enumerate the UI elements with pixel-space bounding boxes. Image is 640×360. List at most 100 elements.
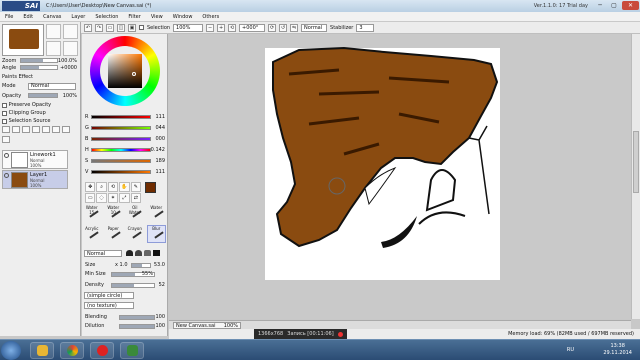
green-slider-row[interactable]: G 044: [85, 125, 167, 131]
green-slider[interactable]: [91, 126, 151, 130]
brush-oil-water[interactable]: Oil Water: [125, 204, 145, 222]
blue-slider[interactable]: [91, 137, 151, 141]
layer-mask-icon[interactable]: [2, 136, 10, 143]
visibility-eye-icon[interactable]: [4, 153, 9, 158]
magic-wand-icon[interactable]: ✶: [107, 193, 119, 203]
brush-texture-select[interactable]: (no texture): [84, 302, 134, 309]
layer-item-linework1[interactable]: Linework1 Normal 100%: [2, 150, 68, 169]
drawing-canvas[interactable]: [169, 34, 631, 319]
stabilizer-select[interactable]: 3: [356, 23, 375, 32]
edge-square-icon[interactable]: [153, 250, 160, 256]
system-clock[interactable]: 13:38 29.11.2014: [603, 343, 632, 357]
opacity-slider[interactable]: [28, 93, 58, 98]
new-linework-layer-icon[interactable]: [12, 126, 20, 133]
value-slider[interactable]: [91, 170, 151, 174]
blending-slider[interactable]: [119, 315, 155, 320]
preserve-opacity-checkbox[interactable]: [2, 102, 7, 108]
density-slider[interactable]: [111, 283, 155, 288]
brush-water-15[interactable]: Water 15: [82, 204, 102, 222]
selection-checkbox[interactable]: [139, 25, 144, 30]
value-slider-row[interactable]: V 111: [85, 169, 167, 175]
color-wheel[interactable]: [90, 36, 160, 106]
nav-rotate-left-icon[interactable]: [46, 41, 61, 56]
clipping-group-row[interactable]: Clipping Group: [2, 110, 79, 116]
menu-window[interactable]: Window: [168, 14, 198, 20]
angle-slider[interactable]: [20, 65, 58, 70]
menu-filter[interactable]: Filter: [123, 14, 145, 20]
red-slider[interactable]: [91, 115, 151, 119]
close-button[interactable]: ✕: [622, 1, 639, 10]
taskbar-chrome[interactable]: [60, 342, 84, 359]
brush-acrylic[interactable]: Acrylic: [82, 225, 102, 243]
hue-slider-row[interactable]: H 0.142: [85, 147, 167, 153]
blend-mode-select[interactable]: Normal: [301, 23, 328, 32]
taskbar-recorder[interactable]: [90, 342, 114, 359]
invert-selection-icon[interactable]: ◫: [117, 23, 125, 32]
redo-icon[interactable]: ↷: [95, 23, 103, 32]
new-folder-icon[interactable]: [22, 126, 30, 133]
brush-blur[interactable]: Blur: [146, 225, 166, 243]
flip-icon[interactable]: ⇋: [290, 23, 299, 32]
taskbar-explorer[interactable]: [30, 342, 54, 359]
zoom-tool-icon[interactable]: ⌕: [96, 182, 107, 192]
canvas-viewport[interactable]: [169, 34, 631, 319]
zoom-out-icon[interactable]: −: [206, 23, 215, 32]
rotation-field[interactable]: +000°: [239, 23, 266, 32]
clear-layer-icon[interactable]: [52, 126, 60, 133]
menu-view[interactable]: View: [146, 14, 168, 20]
deselect-icon[interactable]: ▭: [106, 23, 114, 32]
brush-water-10[interactable]: Water 10: [104, 204, 124, 222]
red-slider-row[interactable]: R 111: [85, 114, 167, 120]
minimize-button[interactable]: ─: [593, 1, 607, 10]
blue-slider-row[interactable]: B 000: [85, 136, 167, 142]
size-slider[interactable]: [131, 263, 151, 268]
select-all-icon[interactable]: ▣: [128, 23, 136, 32]
brush-water[interactable]: Water: [147, 204, 167, 222]
menu-layer[interactable]: Layer: [66, 14, 90, 20]
zoom-field[interactable]: 100%: [173, 23, 204, 32]
dilution-slider[interactable]: [119, 324, 155, 329]
new-layer-icon[interactable]: [2, 126, 10, 133]
preserve-opacity-row[interactable]: Preserve Opacity: [2, 102, 79, 108]
saturation-value-square[interactable]: [108, 54, 142, 88]
rotate-right-icon[interactable]: ⟳: [268, 23, 277, 32]
transfer-down-icon[interactable]: [32, 126, 40, 133]
paint-effect-header[interactable]: Paints Effect: [2, 74, 79, 80]
rotate-left-icon[interactable]: ⟲: [228, 23, 237, 32]
lasso-tool-icon[interactable]: ◌: [96, 193, 107, 203]
brush-mode-select[interactable]: Normal: [84, 250, 122, 257]
edge-flat-icon[interactable]: [144, 250, 151, 256]
navigator-preview[interactable]: [2, 24, 44, 56]
hue-slider[interactable]: [91, 148, 151, 152]
edge-soft-icon[interactable]: [135, 250, 142, 256]
menu-selection[interactable]: Selection: [90, 14, 123, 20]
reset-rotation-icon[interactable]: ↺: [279, 23, 288, 32]
zoom-in-icon[interactable]: +: [217, 23, 226, 32]
undo-icon[interactable]: ↶: [84, 23, 92, 32]
brush-paper[interactable]: Paper: [104, 225, 124, 243]
nav-zoom-out-icon[interactable]: [63, 24, 78, 39]
menu-edit[interactable]: Edit: [18, 14, 38, 20]
rotate-tool-icon[interactable]: ⟲: [107, 182, 119, 192]
taskbar-sai[interactable]: [120, 342, 144, 359]
record-icon[interactable]: [337, 331, 343, 337]
foreground-color-swatch[interactable]: [145, 182, 156, 193]
brush-crayon[interactable]: Crayon: [125, 225, 145, 243]
canvas-tab[interactable]: New Canvas.sai 100%: [173, 322, 241, 329]
move-tool-icon[interactable]: ✥: [85, 182, 96, 192]
brush-shape-select[interactable]: (simple circle): [84, 292, 134, 299]
selection-source-checkbox[interactable]: [2, 118, 7, 124]
select-tool-icon[interactable]: ▭: [85, 193, 96, 203]
nav-rotate-right-icon[interactable]: [63, 41, 78, 56]
scrollbar-thumb[interactable]: [633, 131, 639, 193]
hand-tool-icon[interactable]: ✋: [119, 182, 130, 192]
menu-canvas[interactable]: Canvas: [38, 14, 66, 20]
zoom-slider[interactable]: [20, 58, 58, 63]
selection-source-row[interactable]: Selection Source: [2, 118, 79, 124]
layer-item-layer1[interactable]: Layer1 Normal 100%: [2, 170, 68, 189]
language-indicator[interactable]: RU: [567, 347, 574, 353]
merge-down-icon[interactable]: [42, 126, 50, 133]
edge-hard-icon[interactable]: [126, 250, 133, 256]
visibility-eye-icon[interactable]: [4, 173, 9, 178]
transform-icon[interactable]: ⤢: [119, 193, 130, 203]
